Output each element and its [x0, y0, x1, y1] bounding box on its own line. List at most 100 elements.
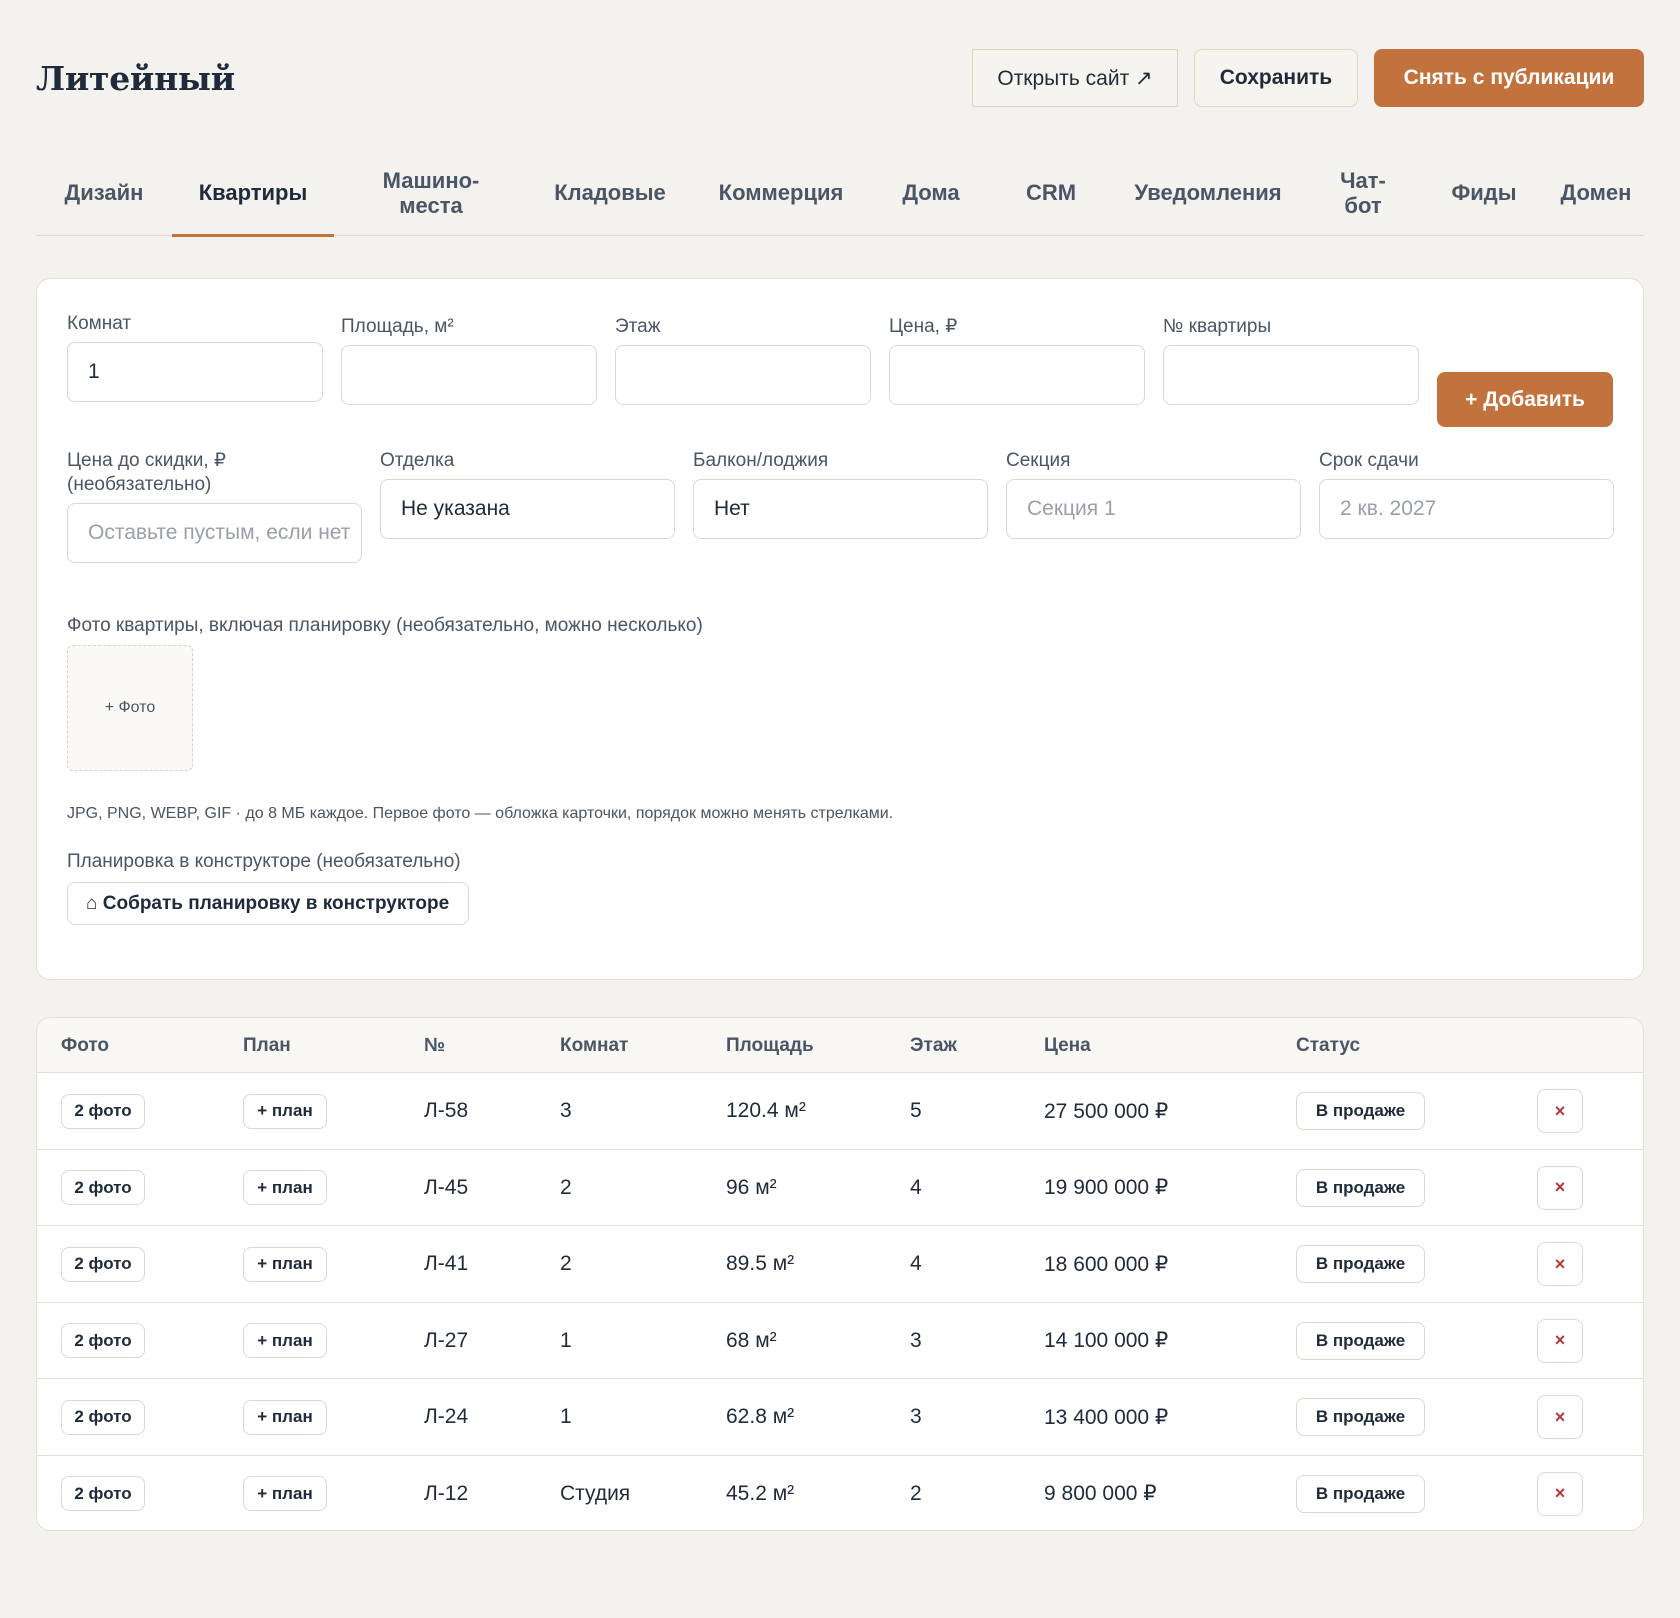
status-select[interactable]: В продаже — [1296, 1168, 1425, 1207]
open-site-button[interactable]: Открыть сайт ↗ — [972, 49, 1178, 107]
unpublish-button[interactable]: Снять с публикации — [1374, 49, 1644, 107]
add-plan-button[interactable]: + план — [243, 1476, 327, 1511]
table-row: 2 фото + план Л-12 Студия 45.2 м² 2 9 800 000 … — [37, 1456, 1643, 1531]
cell-rooms: Студия — [560, 1481, 631, 1505]
cell-area: 62.8 м² — [726, 1405, 795, 1428]
apartment-form: Комнат 1 Площадь, м² Этаж Цена, ₽ № квар… — [36, 278, 1644, 980]
cell-area: 45.2 м² — [726, 1481, 795, 1505]
cell-status: В продаже — [1296, 1456, 1425, 1531]
column-header: Этаж — [910, 1034, 957, 1056]
photos-button[interactable]: 2 фото — [61, 1399, 145, 1435]
apartments-table: Фото План № Комнат Площадь Этаж Цена Статус 2 ф… — [36, 1017, 1644, 1531]
tab-bar: Дизайн Квартиры Машино- места Кладовые Комме… — [36, 150, 1644, 237]
cell-plan: + план — [243, 1379, 327, 1455]
balcony-label: Балкон/лоджия — [693, 450, 829, 471]
apartment-number-field: № квартиры — [1163, 315, 1271, 339]
cell-delete: × — [1537, 1379, 1583, 1455]
open-planner-button[interactable]: ⌂ Собрать планировку в конструкторе — [67, 882, 469, 925]
tab-4[interactable]: Коммерция — [692, 150, 870, 235]
delete-row-button[interactable]: × — [1537, 1471, 1583, 1516]
status-select[interactable]: В продаже — [1296, 1398, 1425, 1436]
column-header: Комнат — [560, 1034, 629, 1056]
tab-7[interactable]: Уведомления — [1110, 150, 1306, 235]
delete-row-button[interactable]: × — [1537, 1165, 1583, 1210]
add-plan-button[interactable]: + план — [243, 1170, 327, 1205]
save-button[interactable]: Сохранить — [1194, 49, 1358, 107]
add-plan-button[interactable]: + план — [243, 1246, 327, 1282]
add-plan-button[interactable]: + план — [243, 1093, 327, 1129]
photos-button[interactable]: 2 фото — [61, 1476, 145, 1511]
cell-floor: 4 — [910, 1175, 922, 1199]
delete-row-button[interactable]: × — [1537, 1089, 1583, 1133]
photos-label: Фото квартиры, включая планировку (необя… — [67, 615, 703, 636]
cell-delete: × — [1537, 1456, 1583, 1531]
section-field: Секция — [1006, 449, 1070, 473]
table-row: 2 фото + план Л-45 2 96 м² 4 19 900 000 ₽ В про… — [37, 1150, 1643, 1226]
cell-rooms: 2 — [560, 1175, 572, 1199]
old-price-field: Цена до скидки, ₽ (необязательно) — [67, 449, 226, 497]
add-photo-button[interactable]: + Фото — [67, 645, 193, 771]
cell-price: 27 500 000 ₽ — [1044, 1099, 1169, 1123]
balcony-field: Балкон/лоджия — [693, 449, 828, 473]
finish-select[interactable]: Не указана — [380, 479, 675, 539]
rooms-input[interactable]: 1 — [67, 342, 323, 402]
rooms-label: Комнат — [67, 313, 132, 334]
tab-8[interactable]: Чат- бот — [1306, 150, 1420, 235]
deadline-input[interactable]: 2 кв. 2027 — [1319, 479, 1614, 539]
cell-status: В продаже — [1296, 1150, 1425, 1226]
tab-2[interactable]: Машино- места — [334, 150, 528, 235]
cell-status: В продаже — [1296, 1303, 1425, 1379]
photos-button[interactable]: 2 фото — [61, 1170, 145, 1205]
cell-floor: 3 — [910, 1405, 922, 1428]
page-header: Литейный Открыть сайт ↗ Сохранить Снять … — [36, 48, 1644, 108]
cell-price: 18 600 000 ₽ — [1044, 1252, 1169, 1276]
old-price-label: Цена до скидки, ₽ (необязательно) — [67, 450, 226, 495]
cell-rooms: 1 — [560, 1328, 572, 1352]
area-input[interactable] — [341, 345, 597, 405]
balcony-select[interactable]: Нет — [693, 479, 988, 539]
cell-photos: 2 фото — [61, 1456, 145, 1531]
cell-delete: × — [1537, 1303, 1583, 1379]
tab-5[interactable]: Дома — [870, 150, 992, 235]
delete-row-button[interactable]: × — [1537, 1242, 1583, 1286]
price-input[interactable] — [889, 345, 1145, 405]
column-header: План — [243, 1034, 291, 1056]
column-header: № — [424, 1034, 446, 1056]
photos-button[interactable]: 2 фото — [61, 1246, 145, 1282]
tab-6[interactable]: CRM — [992, 150, 1110, 235]
status-select[interactable]: В продаже — [1296, 1245, 1425, 1283]
floor-input[interactable] — [615, 345, 871, 405]
price-field: Цена, ₽ — [889, 315, 957, 339]
add-plan-button[interactable]: + план — [243, 1399, 327, 1435]
tab-9[interactable]: Фиды — [1420, 150, 1548, 235]
cell-number: Л-58 — [424, 1099, 469, 1122]
old-price-input[interactable]: Оставьте пустым, если нет — [67, 503, 362, 563]
status-select[interactable]: В продаже — [1296, 1321, 1425, 1360]
apartment-number-input[interactable] — [1163, 345, 1419, 405]
photos-button[interactable]: 2 фото — [61, 1323, 145, 1358]
photos-hint: JPG, PNG, WEBP, GIF · до 8 МБ каждое. Пе… — [67, 805, 894, 822]
cell-floor: 5 — [910, 1099, 922, 1122]
cell-photos: 2 фото — [61, 1226, 145, 1302]
photos-button[interactable]: 2 фото — [61, 1093, 145, 1129]
cell-plan: + план — [243, 1226, 327, 1302]
section-input[interactable]: Секция 1 — [1006, 479, 1301, 539]
cell-number: Л-41 — [424, 1252, 469, 1275]
cell-plan: + план — [243, 1073, 327, 1149]
status-select[interactable]: В продаже — [1296, 1474, 1425, 1513]
add-apartment-button[interactable]: + Добавить — [1437, 372, 1613, 427]
delete-row-button[interactable]: × — [1537, 1395, 1583, 1439]
status-select[interactable]: В продаже — [1296, 1092, 1425, 1130]
cell-rooms: 3 — [560, 1099, 572, 1122]
tab-0[interactable]: Дизайн — [36, 150, 172, 235]
cell-price: 14 100 000 ₽ — [1044, 1329, 1169, 1352]
tab-3[interactable]: Кладовые — [528, 150, 692, 235]
tab-1[interactable]: Квартиры — [172, 150, 334, 237]
column-header: Цена — [1044, 1034, 1091, 1056]
cell-delete: × — [1537, 1226, 1583, 1302]
add-plan-button[interactable]: + план — [243, 1323, 327, 1358]
finish-field: Отделка — [380, 449, 454, 473]
delete-row-button[interactable]: × — [1537, 1318, 1583, 1363]
tab-10[interactable]: Домен — [1548, 150, 1644, 235]
table-row: 2 фото + план Л-58 3 120.4 м² 5 27 500 000 ₽ В … — [37, 1073, 1643, 1150]
